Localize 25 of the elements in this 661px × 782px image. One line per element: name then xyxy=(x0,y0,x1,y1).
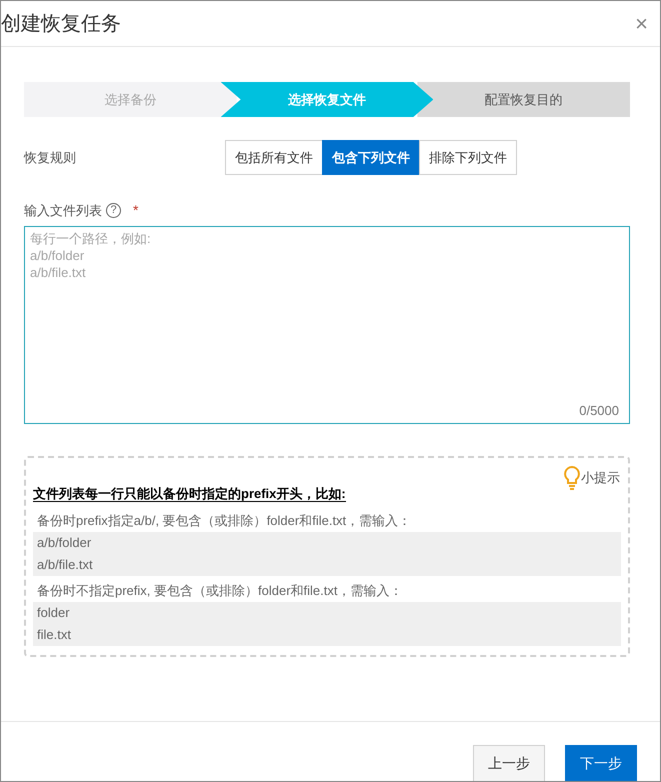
code-line: file.txt xyxy=(36,626,72,644)
char-counter: 0/5000 xyxy=(579,402,619,420)
file-list-field[interactable]: 每行一个路径，例如: a/b/folder a/b/file.txt 0/5000 xyxy=(24,226,630,424)
tips-heading: 文件列表每一行只能以备份时指定的prefix开头，比如: xyxy=(33,486,346,502)
step: 选择恢复文件 xyxy=(220,82,434,117)
next-button[interactable]: 下一步 xyxy=(565,745,637,781)
code-line: folder xyxy=(36,604,71,622)
field-label: 输入文件列表 xyxy=(24,202,102,220)
segment-option[interactable]: 排除下列文件 xyxy=(419,140,517,175)
field-label: 恢复规则 xyxy=(24,148,77,167)
back-button[interactable]: 上一步 xyxy=(473,745,545,781)
tips-text: 备份时不指定prefix, 要包含（或排除）folder和file.txt，需输入： xyxy=(36,582,404,600)
lightbulb-icon xyxy=(563,466,581,490)
step: 配置恢复目的 xyxy=(417,82,630,117)
dialog-title: 创建恢复任务 xyxy=(1,12,121,36)
segment-option[interactable]: 包含下列文件 xyxy=(322,140,420,175)
help-icon[interactable]: ? xyxy=(106,203,121,218)
close-button[interactable]: × xyxy=(635,12,648,34)
tips-tag: 小提示 xyxy=(581,468,620,488)
segment-option[interactable]: 包括所有文件 xyxy=(225,140,323,175)
code-line: a/b/file.txt xyxy=(36,556,94,574)
code-line: a/b/folder xyxy=(36,534,92,552)
required-mark: * xyxy=(133,201,138,220)
tips-text: 备份时prefix指定a/b/, 要包含（或排除）folder和file.txt，需输入： xyxy=(36,512,412,530)
step: 选择备份 xyxy=(24,82,237,117)
